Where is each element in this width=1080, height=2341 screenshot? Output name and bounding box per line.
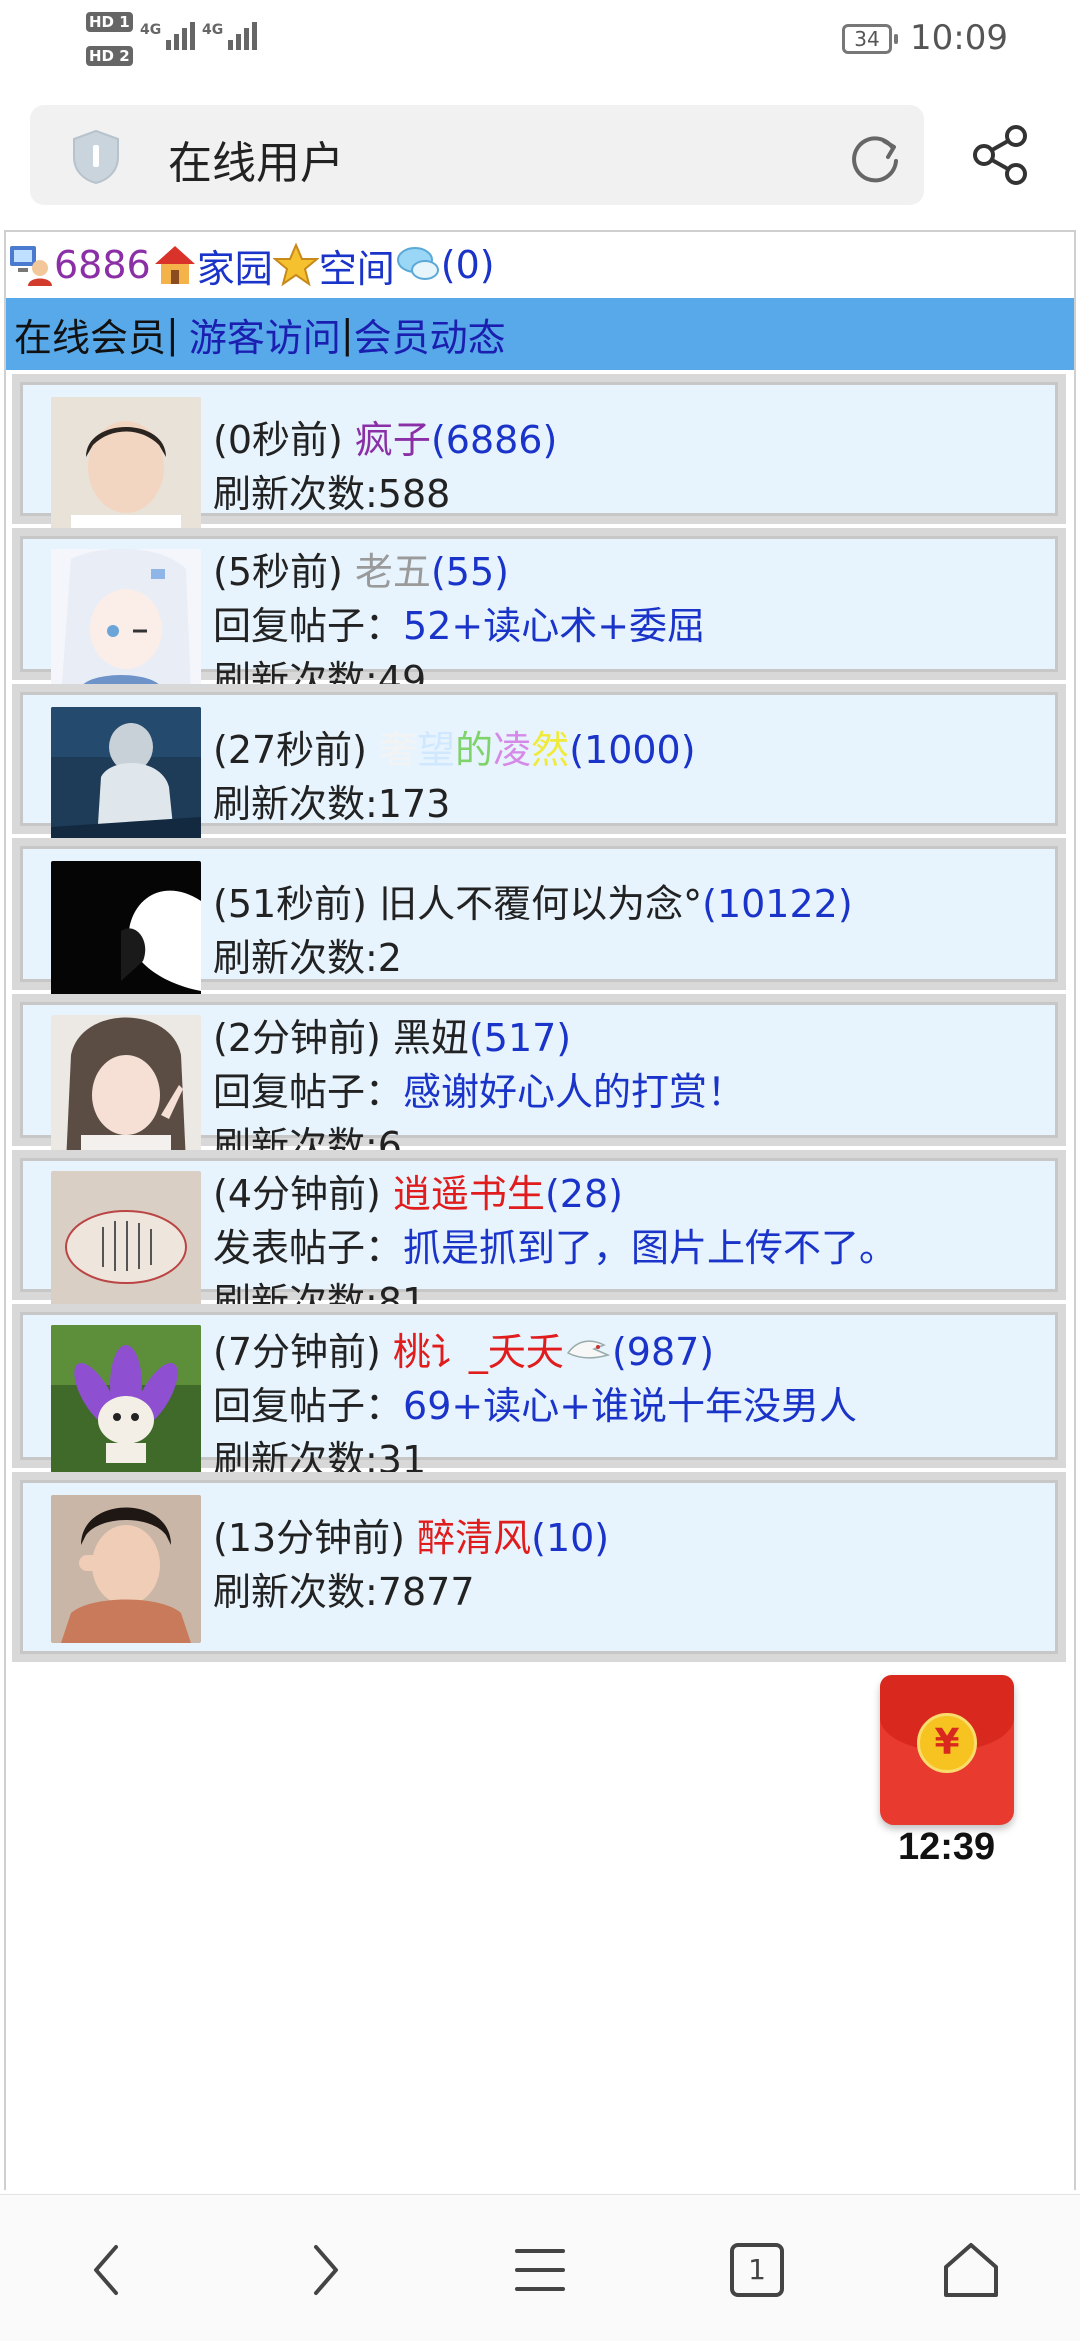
activity-label: 回复帖子：	[213, 1070, 404, 1114]
refresh-count: 刷新次数:7877	[213, 1570, 475, 1614]
refresh-icon[interactable]	[848, 131, 902, 185]
signal-icon: 4G	[140, 22, 196, 50]
refresh-count: 刷新次数:173	[213, 782, 451, 826]
member-nav-bar: 在线会员 | 游客访问 | 会员动态	[6, 298, 1074, 370]
visit-time: (2分钟前)	[213, 1016, 381, 1060]
post-link[interactable]: 抓是抓到了，图片上传不了。	[403, 1226, 897, 1270]
username-link[interactable]: 黑妞	[393, 1016, 469, 1060]
web-page: 6886 家园 空间 (0) 在线会员 | 游客访问 | 会员动态 (0秒前) …	[4, 230, 1076, 2190]
forward-icon[interactable]	[288, 2235, 358, 2305]
list-item[interactable]: (51秒前) 旧人不覆何以为念°(10122) 刷新次数:2	[12, 838, 1066, 1009]
tabs-button[interactable]: 1	[722, 2235, 792, 2305]
visit-time: (5秒前)	[213, 550, 343, 594]
user-id-link[interactable]: 6886	[54, 243, 151, 287]
list-item[interactable]: (0秒前) 疯子(6886) 刷新次数:588	[12, 374, 1066, 545]
avatar[interactable]	[51, 861, 201, 1009]
username-link[interactable]: 醉清风	[417, 1516, 531, 1560]
messages-link[interactable]: (0)	[441, 243, 495, 287]
activity-label: 发表帖子：	[213, 1226, 404, 1270]
visit-time: (4分钟前)	[213, 1172, 381, 1216]
username-link[interactable]: 旧人不覆何以为念°	[379, 882, 702, 926]
user-id[interactable]: (55)	[431, 550, 509, 594]
battery-icon: 34	[842, 24, 898, 54]
space-link[interactable]: 空间	[319, 238, 395, 293]
back-icon[interactable]	[74, 2235, 144, 2305]
clock: 10:09	[910, 18, 1008, 58]
red-packet-countdown: 12:39	[898, 1826, 996, 1868]
star-icon[interactable]	[272, 242, 319, 288]
avatar[interactable]	[51, 1495, 201, 1643]
yuan-coin-icon: ¥	[917, 1713, 977, 1773]
list-item[interactable]: (4分钟前) 逍遥书生(28) 发表帖子：抓是抓到了，图片上传不了。 刷新次数:…	[12, 1150, 1066, 1324]
shield-icon[interactable]	[70, 129, 122, 185]
username-text[interactable]: 奢望的凌然	[379, 728, 569, 772]
post-link[interactable]: 感谢好心人的打赏！	[403, 1070, 745, 1114]
tab-count: 1	[748, 2253, 766, 2286]
user-id[interactable]: (10)	[531, 1516, 609, 1560]
avatar[interactable]	[51, 1171, 201, 1319]
user-id[interactable]: (517)	[469, 1016, 571, 1060]
list-item[interactable]: (5秒前) 老五(55) 回复帖子：52+读心术+委屈 刷新次数:49	[12, 528, 1066, 702]
visit-time: (51秒前)	[213, 882, 368, 926]
share-icon[interactable]	[970, 122, 1030, 188]
divider: |	[340, 312, 354, 356]
avatar[interactable]	[51, 397, 201, 545]
menu-icon[interactable]	[505, 2235, 575, 2305]
chat-bubble-icon[interactable]	[395, 242, 441, 288]
activity-label: 回复帖子：	[213, 1384, 404, 1428]
user-toolbar: 6886 家园 空间 (0)	[6, 232, 1074, 298]
divider: |	[166, 312, 179, 356]
home-icon[interactable]	[151, 242, 197, 288]
post-link[interactable]: 69+读心+谁说十年没男人	[403, 1384, 857, 1428]
activity-label: 回复帖子：	[213, 604, 404, 648]
user-id[interactable]: (1000)	[569, 728, 695, 772]
hd-indicator-2: HD 2	[86, 46, 133, 66]
username-link[interactable]: 逍遥书生	[393, 1172, 545, 1216]
post-link[interactable]: 52+读心术+委屈	[403, 604, 705, 648]
avatar[interactable]	[51, 707, 201, 855]
bird-decoration-icon	[566, 1340, 611, 1359]
visit-time: (0秒前)	[213, 418, 343, 462]
user-id[interactable]: (28)	[545, 1172, 623, 1216]
user-id[interactable]: (10122)	[702, 882, 853, 926]
address-bar[interactable]: 在线用户	[30, 105, 924, 205]
visit-time: (7分钟前)	[213, 1330, 381, 1374]
avatar[interactable]	[51, 1325, 201, 1473]
refresh-count: 刷新次数:2	[213, 936, 402, 980]
user-id[interactable]: (6886)	[431, 418, 557, 462]
page-title[interactable]: 在线用户	[168, 127, 344, 191]
username-link[interactable]: 奢望的凌然	[379, 728, 569, 772]
user-id[interactable]: (987)	[612, 1330, 714, 1374]
username-link[interactable]: 疯子	[355, 418, 431, 462]
refresh-count: 刷新次数:588	[213, 472, 451, 516]
tab-member-activity[interactable]: 会员动态	[354, 307, 506, 362]
computer-user-icon	[10, 246, 52, 286]
hd-indicator-1: HD 1	[86, 12, 133, 32]
avatar[interactable]	[51, 549, 201, 697]
network-type-1: 4G	[140, 22, 162, 38]
list-item[interactable]: (2分钟前) 黑妞(517) 回复帖子：感谢好心人的打赏！ 刷新次数:6	[12, 994, 1066, 1168]
home-link[interactable]: 家园	[197, 238, 273, 293]
home-icon[interactable]	[936, 2235, 1006, 2305]
network-type-2: 4G	[202, 22, 224, 38]
browser-bottom-nav: 1	[0, 2194, 1080, 2341]
visit-time: (13分钟前)	[213, 1516, 406, 1560]
tab-guest-visits[interactable]: 游客访问	[189, 307, 341, 362]
username-link[interactable]: 老五	[355, 550, 431, 594]
red-packet-button[interactable]: ¥	[880, 1675, 1014, 1825]
tab-online-members[interactable]: 在线会员	[14, 307, 166, 362]
status-bar: HD 1 HD 2 4G 4G 34 10:09	[0, 0, 1080, 80]
avatar[interactable]	[51, 1015, 201, 1163]
signal-icon: 4G	[202, 22, 258, 50]
visit-time: (27秒前)	[213, 728, 368, 772]
username-link[interactable]: 桃讠_夭夭	[393, 1330, 564, 1374]
list-item[interactable]: (13分钟前) 醉清风(10) 刷新次数:7877	[12, 1472, 1066, 1662]
list-item[interactable]: (27秒前) 奢望的凌然(1000) 刷新次数:173	[12, 684, 1066, 855]
list-item[interactable]: (7分钟前) 桃讠_夭夭 (987) 回复帖子：69+读心+谁说十年没男人 刷新次…	[12, 1304, 1066, 1482]
